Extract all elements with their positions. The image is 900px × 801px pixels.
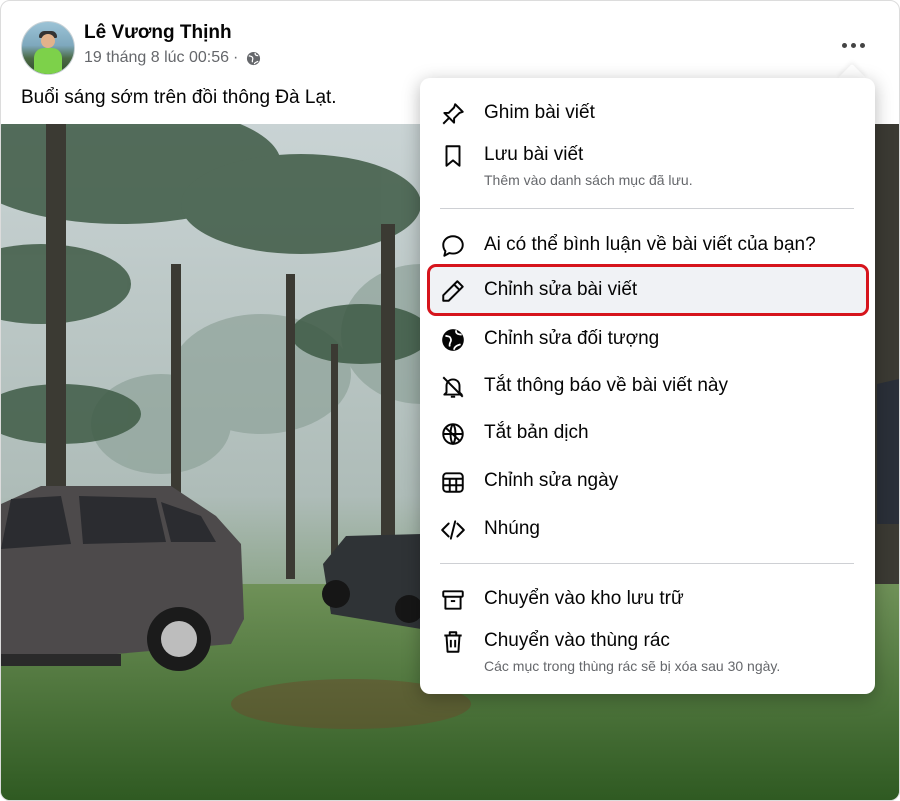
bookmark-icon [445,145,461,167]
menu-item-embed[interactable]: Nhúng [430,506,866,550]
menu-item-label: Ai có thể bình luận về bài viết của bạn? [484,234,816,255]
menu-item-sublabel: Các mục trong thùng rác sẽ bị xóa sau 30… [484,658,781,674]
menu-item-who-can-comment[interactable]: Ai có thể bình luận về bài viết của bạn? [430,222,866,266]
calendar-icon [442,472,464,493]
menu-item-move-to-trash[interactable]: Chuyển vào thùng rác Các mục trong thùng… [430,618,866,680]
menu-item-label: Lưu bài viết [484,144,584,165]
pin-icon [442,103,464,125]
avatar[interactable] [21,21,75,75]
post-card: Lê Vương Thịnh 19 tháng 8 lúc 00:56 · Bu… [0,0,900,801]
bell-off-icon [442,376,464,398]
menu-item-label: Chuyển vào kho lưu trữ [484,588,684,609]
menu-item-turn-off-notifications[interactable]: Tắt thông báo về bài viết này [430,363,866,407]
menu-item-label: Chỉnh sửa bài viết [484,279,638,300]
menu-item-move-to-archive[interactable]: Chuyển vào kho lưu trữ [430,576,866,620]
translate-globe-icon [442,423,464,446]
trash-icon [444,631,462,653]
menu-item-edit-date[interactable]: Chỉnh sửa ngày [430,458,866,502]
more-options-button[interactable] [835,31,871,59]
menu-item-label: Chỉnh sửa đối tượng [484,328,660,349]
menu-item-label: Chuyển vào thùng rác [484,630,670,651]
author-name[interactable]: Lê Vương Thịnh [84,22,232,44]
archive-icon [442,590,464,610]
menu-item-label: Ghim bài viết [484,102,595,123]
menu-item-label: Tắt bản dịch [484,422,589,443]
menu-item-label: Chỉnh sửa ngày [484,470,619,491]
menu-item-pin-post[interactable]: Ghim bài viết [430,90,866,134]
menu-item-turn-off-translation[interactable]: Tắt bản dịch [430,410,866,454]
menu-divider [440,208,854,209]
post-meta: 19 tháng 8 lúc 00:56 · [84,49,261,67]
globe-icon [247,51,261,65]
menu-item-label: Tắt thông báo về bài viết này [484,375,728,396]
post-timestamp[interactable]: 19 tháng 8 lúc 00:56 [84,49,229,67]
code-icon [441,520,465,540]
menu-item-label: Nhúng [484,518,540,539]
menu-item-sublabel: Thêm vào danh sách mục đã lưu. [484,172,693,188]
post-caption: Buổi sáng sớm trên đồi thông Đà Lạt. [21,87,337,108]
post-options-menu: Ghim bài viết Lưu bài viết Thêm vào danh… [420,78,875,694]
menu-item-edit-post[interactable]: Chỉnh sửa bài viết [427,264,869,316]
menu-item-edit-audience[interactable]: Chỉnh sửa đối tượng [430,316,866,360]
pencil-icon [442,280,464,302]
comment-icon [442,235,464,257]
menu-item-save-post[interactable]: Lưu bài viết Thêm vào danh sách mục đã l… [430,132,866,194]
meta-separator: · [233,49,239,66]
globe-filled-icon [442,329,464,351]
menu-divider [440,563,854,564]
